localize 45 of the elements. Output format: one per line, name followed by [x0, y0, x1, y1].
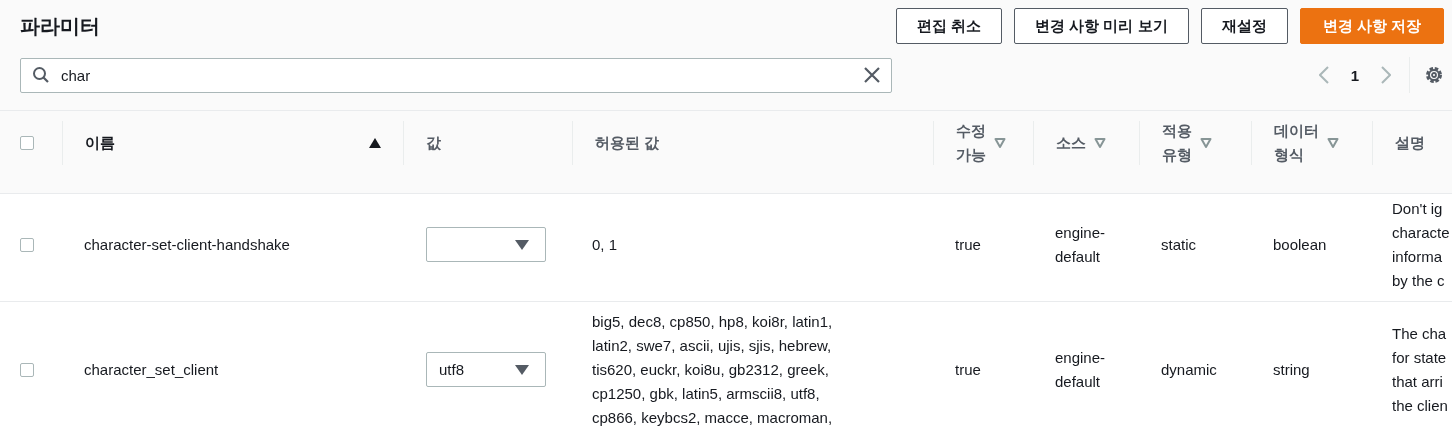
search-field[interactable]: char — [20, 57, 892, 93]
table-cell: boolean — [1273, 235, 1327, 253]
search-icon — [32, 65, 50, 84]
table-cell: true — [955, 360, 981, 378]
value-dropdown[interactable] — [426, 227, 546, 263]
table-cell: true — [955, 235, 981, 253]
sort-icon[interactable] — [1327, 137, 1339, 148]
column-header[interactable]: 데이터 형식 — [1274, 118, 1319, 167]
sort-icon[interactable] — [1094, 137, 1106, 148]
allowed-values-text: 0, 1 — [592, 235, 618, 253]
previous-page-icon[interactable] — [1318, 66, 1329, 84]
page-number[interactable]: 1 — [1350, 66, 1359, 84]
caret-icon — [515, 364, 529, 375]
table-cell: dynamic — [1161, 360, 1217, 378]
sort-ascending-icon[interactable] — [369, 137, 381, 148]
table-cell: engine- default — [1055, 348, 1106, 390]
clear-icon[interactable] — [864, 66, 880, 83]
column-header[interactable]: 소스 — [1056, 130, 1086, 155]
description-text: The cha for state that arri the clien — [1392, 324, 1448, 414]
parameter-name: character_set_client — [84, 360, 219, 378]
table-cell: string — [1273, 360, 1310, 378]
sort-icon[interactable] — [994, 137, 1006, 148]
column-header[interactable]: 수정 가능 — [956, 118, 986, 167]
action-button[interactable]: 변경 사항 미리 보기 — [1014, 8, 1189, 44]
settings-icon[interactable] — [1424, 65, 1444, 85]
column-header: 설명 — [1395, 132, 1425, 153]
sort-icon[interactable] — [1200, 137, 1212, 148]
row-checkbox[interactable] — [20, 362, 34, 377]
action-button[interactable]: 편집 취소 — [895, 8, 1003, 44]
column-header[interactable]: 적용 유형 — [1162, 118, 1192, 167]
page-title: 파라미터 — [20, 13, 100, 39]
allowed-values-text: big5, dec8, cp850, hp8, koi8r, latin1, latin2, swe7, ascii, ujis, sjis, hebrew, tis620, euckr, koi8u, gb2312, greek, cp1250, gbk, latin5, armscii8, utf8, cp866, keybcs2, macce, macroman, — [592, 312, 833, 426]
description-text: Don't ig characte informa by the c — [1392, 199, 1450, 289]
table-cell: static — [1161, 235, 1196, 253]
parameter-name: character-set-client-handshake — [84, 235, 290, 253]
column-header: 허용된 값 — [595, 132, 660, 153]
column-header[interactable]: 이름 — [85, 130, 115, 155]
row-checkbox[interactable] — [20, 237, 34, 252]
table-cell: engine- default — [1055, 223, 1106, 265]
column-header: 값 — [426, 132, 441, 153]
action-button[interactable]: 재설정 — [1200, 8, 1288, 44]
caret-icon — [515, 239, 529, 250]
select-all-checkbox[interactable] — [20, 135, 34, 150]
next-page-icon[interactable] — [1381, 66, 1391, 84]
value-dropdown[interactable]: utf8 — [426, 352, 546, 387]
